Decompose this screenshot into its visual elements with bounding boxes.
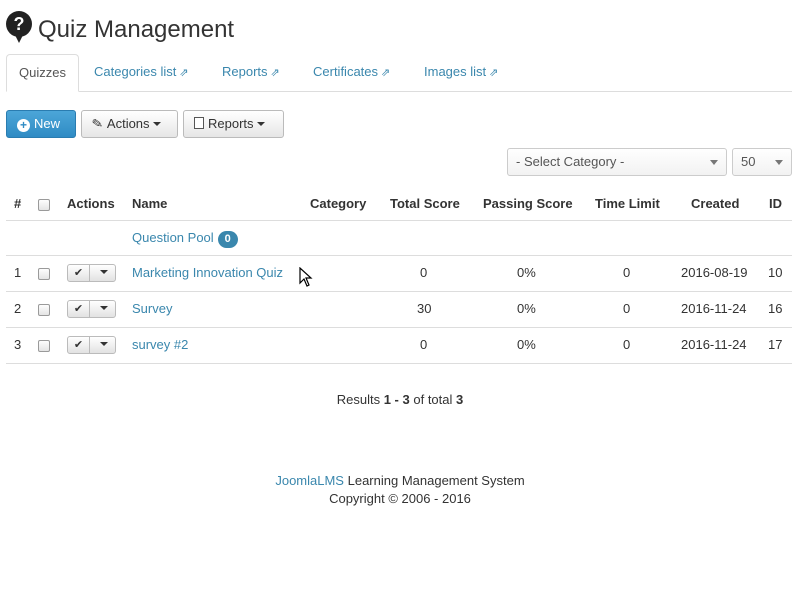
col-header-id[interactable]: ID [769, 196, 782, 211]
quiz-created-date: 2016-11-24 [681, 337, 747, 352]
row-actions-dropdown[interactable] [90, 337, 115, 353]
results-range: 1 - 3 [383, 392, 410, 407]
select-all-checkbox[interactable] [38, 199, 50, 211]
results-summary: Results 1 - 3 of total 3 [0, 392, 800, 407]
check-icon[interactable]: ✔ [68, 337, 90, 353]
tab-quizzes[interactable]: Quizzes [6, 54, 79, 92]
row-checkbox[interactable] [38, 304, 50, 316]
row-actions-button[interactable]: ✔ [67, 264, 116, 282]
select-arrow-icon [775, 160, 783, 165]
category-select-value: - Select Category - [516, 154, 625, 169]
mouse-cursor-icon [299, 267, 313, 287]
tab-label: Quizzes [19, 65, 66, 80]
quiz-time-limit: 0 [623, 265, 631, 280]
document-icon [194, 117, 204, 129]
quiz-created-date: 2016-08-19 [681, 265, 748, 280]
quiz-total-score: 0 [420, 337, 428, 352]
caret-down-icon [100, 306, 108, 310]
quiz-name-link[interactable]: Marketing Innovation Quiz [132, 265, 283, 280]
quiz-total-score: 0 [420, 265, 428, 280]
tab-label: Categories list [94, 64, 177, 79]
row-checkbox[interactable] [38, 340, 50, 352]
question-bubble-icon: ? [6, 11, 32, 45]
footer: JoomlaLMS Learning Management System Cop… [0, 472, 800, 508]
results-middle: of total [413, 392, 453, 407]
row-actions-button[interactable]: ✔ [67, 336, 116, 354]
external-link-icon: ⇗ [489, 67, 499, 79]
quiz-passing-score: 0% [517, 265, 536, 280]
col-header-created[interactable]: Created [691, 196, 739, 211]
check-icon[interactable]: ✔ [68, 301, 90, 317]
reports-button[interactable]: Reports [183, 110, 284, 138]
actions-button-label: Actions [106, 116, 150, 131]
row-divider [6, 363, 792, 364]
tab-label: Reports [222, 64, 268, 79]
col-header-category[interactable]: Category [310, 196, 366, 211]
tab-bar: Quizzes Categories list ⇗ Reports ⇗ Certif… [6, 54, 792, 92]
wrench-icon: ✎ [90, 115, 105, 132]
limit-select-value: 50 [741, 154, 756, 169]
question-pool-link[interactable]: Question Pool [132, 230, 214, 245]
col-header-actions: Actions [67, 196, 115, 211]
row-divider [6, 220, 792, 221]
footer-tagline: Learning Management System [347, 473, 525, 488]
tab-images-list[interactable]: Images list ⇗ [412, 54, 510, 92]
quiz-name-link[interactable]: survey #2 [132, 337, 188, 352]
col-header-total-score[interactable]: Total Score [390, 196, 460, 211]
tab-certificates[interactable]: Certificates ⇗ [301, 54, 402, 92]
limit-select[interactable]: 50 [732, 148, 792, 176]
row-actions-dropdown[interactable] [90, 265, 115, 281]
reports-button-label: Reports [208, 116, 254, 131]
actions-button[interactable]: ✎ Actions [81, 110, 178, 138]
row-divider [6, 291, 792, 292]
col-header-time-limit[interactable]: Time Limit [595, 196, 660, 211]
results-prefix: Results [336, 392, 381, 407]
row-number: 2 [14, 301, 22, 316]
tab-label: Certificates [313, 64, 379, 79]
select-arrow-icon [710, 160, 718, 165]
footer-brand-link[interactable]: JoomlaLMS [275, 473, 344, 488]
quiz-created-date: 2016-11-24 [681, 301, 747, 316]
caret-down-icon [256, 122, 265, 126]
tab-reports[interactable]: Reports ⇗ [210, 54, 292, 92]
tab-categories-list[interactable]: Categories list ⇗ [82, 54, 201, 92]
row-actions-button[interactable]: ✔ [67, 300, 116, 318]
footer-copyright: Copyright © 2006 - 2016 [329, 491, 471, 506]
col-header-passing-score[interactable]: Passing Score [483, 196, 573, 211]
quiz-id: 16 [768, 301, 783, 316]
question-pool-row: Question Pool 0 [132, 230, 238, 248]
quiz-time-limit: 0 [623, 337, 631, 352]
quiz-passing-score: 0% [517, 301, 536, 316]
page-header: ? Quiz Management [6, 8, 234, 48]
quiz-id: 17 [768, 337, 783, 352]
row-number: 1 [14, 265, 22, 280]
caret-down-icon [100, 342, 108, 346]
quiz-time-limit: 0 [623, 301, 631, 316]
external-link-icon: ⇗ [381, 67, 391, 79]
caret-down-icon [100, 270, 108, 274]
category-select[interactable]: - Select Category - [507, 148, 727, 176]
row-divider [6, 327, 792, 328]
col-header-num: # [14, 196, 22, 211]
plus-icon: + [17, 119, 30, 132]
results-total: 3 [456, 392, 464, 407]
tab-label: Images list [424, 64, 487, 79]
page-title: Quiz Management [38, 16, 235, 43]
check-icon[interactable]: ✔ [68, 265, 90, 281]
col-header-name[interactable]: Name [132, 196, 167, 211]
new-button[interactable]: + New [6, 110, 76, 138]
quiz-id: 10 [768, 265, 783, 280]
row-divider [6, 255, 792, 256]
row-actions-dropdown[interactable] [90, 301, 115, 317]
external-link-icon: ⇗ [179, 67, 189, 79]
new-button-label: New [34, 116, 61, 131]
quiz-name-link[interactable]: Survey [132, 301, 172, 316]
question-pool-count-badge: 0 [217, 231, 238, 248]
row-number: 3 [14, 337, 22, 352]
external-link-icon: ⇗ [270, 67, 280, 79]
caret-down-icon [152, 122, 161, 126]
quiz-total-score: 30 [417, 301, 432, 316]
row-checkbox[interactable] [38, 268, 50, 280]
quiz-passing-score: 0% [517, 337, 536, 352]
